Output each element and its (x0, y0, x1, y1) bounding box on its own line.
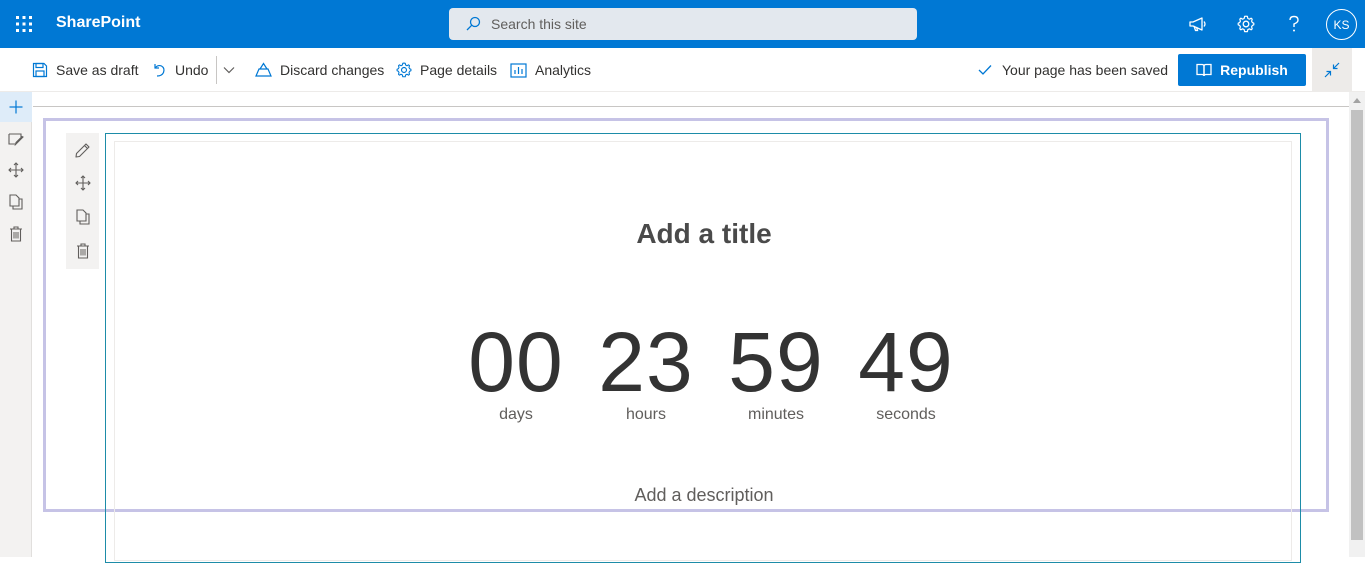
help-icon[interactable] (1270, 0, 1318, 48)
webpart-toolbar (66, 133, 99, 269)
chevron-down-icon (223, 67, 235, 74)
days-value: 00 (468, 315, 564, 409)
add-section-button[interactable] (0, 92, 32, 122)
save-as-draft-label: Save as draft (56, 62, 139, 78)
undo-button[interactable]: Undo (151, 48, 208, 92)
app-launcher-icon[interactable] (0, 0, 48, 48)
section-toolbar (0, 92, 32, 557)
plus-icon (9, 100, 23, 114)
undo-icon (154, 64, 165, 77)
save-status-text: Your page has been saved (1002, 62, 1169, 78)
gear-icon (396, 62, 412, 78)
collapse-toolbar-button[interactable] (1312, 48, 1352, 92)
discard-icon (255, 62, 272, 77)
edit-section-icon (8, 133, 24, 146)
save-as-draft-button[interactable]: Save as draft (32, 48, 139, 92)
scroll-up-arrow-icon[interactable] (1349, 92, 1365, 108)
collapse-icon (1324, 62, 1340, 78)
republish-button[interactable]: Republish (1178, 54, 1306, 86)
copy-icon (75, 209, 90, 225)
move-webpart-button[interactable] (66, 166, 99, 200)
user-avatar[interactable]: KS (1326, 9, 1357, 40)
analytics-button[interactable]: Analytics (510, 48, 591, 92)
delete-webpart-button[interactable] (66, 234, 99, 268)
minutes-value: 59 (728, 315, 824, 409)
countdown-webpart[interactable]: Add a title 00 days 23 hours 59 minutes … (105, 133, 1301, 563)
republish-label: Republish (1220, 62, 1288, 78)
discard-changes-button[interactable]: Discard changes (255, 48, 384, 92)
countdown-minutes: 59 minutes (716, 320, 836, 424)
analytics-icon (510, 62, 527, 78)
edit-webpart-button[interactable] (66, 133, 99, 167)
edit-section-button[interactable] (0, 124, 32, 154)
save-icon (32, 62, 48, 78)
app-name[interactable]: SharePoint (56, 14, 140, 32)
page-details-label: Page details (420, 62, 498, 78)
save-status: Your page has been saved (978, 48, 1168, 92)
page-canvas: Add a title 00 days 23 hours 59 minutes … (33, 92, 1349, 563)
duplicate-webpart-button[interactable] (66, 200, 99, 234)
search-box[interactable] (449, 8, 917, 40)
page-details-button[interactable]: Page details (396, 48, 497, 92)
move-section-button[interactable] (0, 155, 32, 185)
suite-bar: SharePoint KS (0, 0, 1365, 48)
countdown-content: Add a title 00 days 23 hours 59 minutes … (114, 141, 1292, 561)
move-icon (74, 175, 91, 191)
countdown-title[interactable]: Add a title (115, 218, 1293, 250)
analytics-label: Analytics (535, 62, 592, 78)
undo-label: Undo (175, 62, 209, 78)
settings-gear-icon[interactable] (1222, 0, 1270, 48)
vertical-scrollbar[interactable] (1349, 92, 1365, 557)
search-icon (466, 16, 481, 31)
move-icon (8, 162, 24, 178)
discard-changes-label: Discard changes (280, 62, 385, 78)
trash-icon (76, 243, 89, 259)
search-input[interactable] (491, 16, 891, 32)
seconds-value: 49 (858, 315, 954, 409)
countdown-seconds: 49 seconds (846, 320, 966, 424)
delete-section-button[interactable] (0, 219, 32, 249)
canvas-divider (33, 106, 1349, 107)
countdown-hours: 23 hours (586, 320, 706, 424)
countdown-days: 00 days (456, 320, 576, 424)
command-divider (216, 56, 217, 84)
checkmark-icon (978, 65, 992, 75)
copy-icon (9, 194, 23, 210)
command-bar: Save as draft Undo Discard changes Page … (0, 48, 1365, 92)
duplicate-section-button[interactable] (0, 187, 32, 217)
undo-dropdown-button[interactable] (222, 48, 244, 92)
pencil-icon (75, 142, 90, 158)
scrollbar-thumb[interactable] (1351, 110, 1363, 540)
megaphone-icon[interactable] (1174, 0, 1222, 48)
hours-value: 23 (598, 315, 694, 409)
trash-icon (10, 226, 22, 242)
countdown-description[interactable]: Add a description (115, 485, 1293, 506)
book-icon (1196, 63, 1212, 77)
